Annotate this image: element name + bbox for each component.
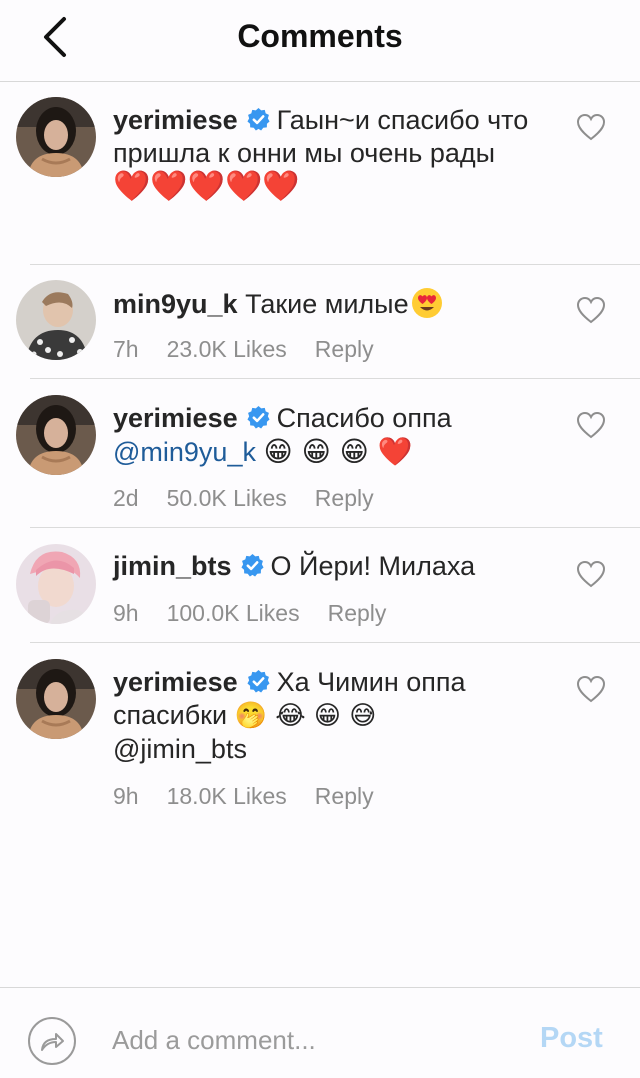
heart-outline-icon[interactable] [576, 411, 606, 439]
reply-button[interactable]: Reply [315, 336, 374, 363]
divider [30, 378, 640, 379]
comment-likes[interactable]: 18.0K Likes [167, 783, 287, 810]
divider [30, 264, 640, 265]
mention-link[interactable]: @min9yu_k [113, 437, 256, 467]
share-arrow-icon [41, 1033, 64, 1051]
emoji-text: 🤭 😂 😁 😅 [234, 701, 377, 731]
comment-time: 7h [113, 336, 139, 362]
comment-username[interactable]: yerimiese [113, 403, 238, 433]
comment-text: yerimiese Спасибо оппа @min9yu_k 😁 😁 😁 ❤️ [113, 402, 533, 469]
avatar[interactable] [16, 544, 96, 624]
comment-meta: 7h 23.0K Likes Reply [113, 336, 374, 363]
heart-outline-icon[interactable] [576, 560, 606, 588]
reply-button[interactable]: Reply [315, 485, 374, 512]
comment-message: О Йери! Милаха [270, 551, 476, 581]
verified-badge-icon [247, 670, 270, 693]
comment-text: yerimiese Ха Чимин оппа спасибки 🤭 😂 😁 😅 … [113, 666, 533, 766]
comment-message: Спасибо оппа [276, 403, 452, 433]
post-button[interactable]: Post [540, 1022, 603, 1055]
comment-meta: 9h 18.0K Likes Reply [113, 783, 374, 810]
comment-time: 9h [113, 600, 139, 626]
comment-text: yerimiese Гаын~и спасибо что пришла к онн… [113, 104, 533, 204]
heart-outline-icon[interactable] [576, 675, 606, 703]
comment-username[interactable]: yerimiese [113, 105, 238, 135]
page-title: Comments [237, 18, 403, 54]
comment-username[interactable]: yerimiese [113, 667, 238, 697]
avatar[interactable] [16, 395, 96, 475]
comment-meta: 2d 50.0K Likes Reply [113, 485, 374, 512]
comment-username[interactable]: min9yu_k [113, 289, 238, 319]
avatar[interactable] [16, 280, 96, 360]
heart-outline-icon[interactable] [576, 113, 606, 141]
chevron-left-icon [44, 17, 66, 57]
comment-likes[interactable]: 50.0K Likes [167, 485, 287, 512]
verified-badge-icon [247, 406, 270, 429]
comment-text: min9yu_k Такие милые😍 [113, 287, 533, 321]
back-button[interactable] [30, 12, 80, 62]
comment-likes[interactable]: 23.0K Likes [167, 336, 287, 363]
emoji-hearts: ❤️❤️❤️❤️❤️ [113, 169, 300, 204]
header-bar: Comments [0, 0, 640, 82]
comment-time: 2d [113, 485, 139, 511]
verified-badge-icon [240, 554, 264, 577]
heart-eyes-emoji [411, 288, 442, 318]
reply-button[interactable]: Reply [315, 783, 374, 810]
mention-link[interactable]: @jimin_bts [113, 734, 247, 764]
comment-composer: Post [0, 987, 640, 1078]
comment-meta: 9h 100.0K Likes Reply [113, 600, 386, 627]
comment-input[interactable] [112, 1022, 512, 1058]
avatar[interactable] [16, 97, 96, 177]
avatar[interactable] [16, 659, 96, 739]
divider [30, 527, 640, 528]
comment-text: jimin_bts О Йери! Милаха [113, 550, 533, 583]
emoji-text: 😁 😁 😁 ❤️ [263, 435, 413, 468]
comment-username[interactable]: jimin_bts [113, 551, 232, 581]
heart-outline-icon[interactable] [576, 296, 606, 324]
comment-likes[interactable]: 100.0K Likes [167, 600, 300, 627]
reply-button[interactable]: Reply [328, 600, 387, 627]
share-button[interactable] [28, 1017, 76, 1065]
comment-time: 9h [113, 783, 139, 809]
comment-message: Такие милые [245, 289, 409, 319]
divider [30, 642, 640, 643]
verified-badge-icon [247, 108, 270, 131]
comments-screen: Comments yerimiese Гаын~и спасибо что при… [0, 0, 640, 1078]
